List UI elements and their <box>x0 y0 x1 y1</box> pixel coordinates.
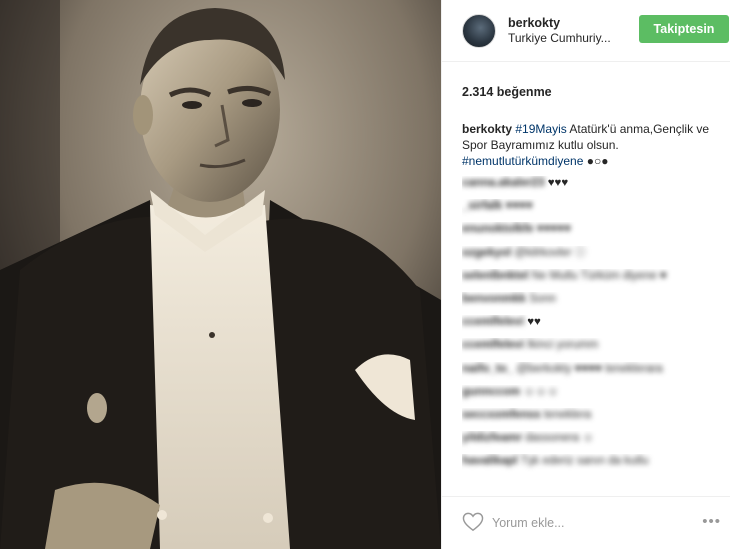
location-link[interactable]: Turkiye Cumhuriy... <box>508 31 611 46</box>
comment-row: yildizfeamr dassonera ☺ <box>462 431 724 454</box>
comment-row: gunnccom ☺☺☺ <box>462 385 724 408</box>
comment-row: _sirfalk ♥♥♥♥ <box>462 199 724 222</box>
comment-username[interactable]: ccemlfelevi <box>462 316 524 328</box>
comment-username[interactable]: ozgekyol <box>462 247 511 259</box>
following-button[interactable]: Takiptesin <box>639 15 729 43</box>
caption-emoji: ●○● <box>586 154 609 168</box>
comment-text: @berkokty ♥♥♥♥ teneklerara <box>516 362 663 375</box>
comment-row: ccemlfelevi ♥♥ <box>462 315 724 338</box>
likes-count[interactable]: 2.314 beğenme <box>462 85 552 99</box>
more-options-icon[interactable]: ••• <box>702 513 721 530</box>
caption-username[interactable]: berkokty <box>462 122 512 136</box>
comment-username[interactable]: benvonmkk <box>462 293 526 305</box>
comment-text: teneklera <box>543 408 592 421</box>
comment-text: ♥♥♥♥♥ <box>536 223 571 236</box>
post-caption: berkokty #19Mayis Atatürk'ü anma,Gençlik… <box>462 121 724 169</box>
heart-icon[interactable] <box>462 512 484 535</box>
post-side-panel: berkokty Turkiye Cumhuriy... Takiptesin … <box>441 0 730 549</box>
comment-text: dassonera ☺ <box>525 432 594 445</box>
comment-row: canna.akaler23 ♥♥♥ <box>462 176 724 199</box>
comment-row: ccemlfelevi İkinci yorumm <box>462 338 724 361</box>
comment-username[interactable]: selenlbnktel <box>462 270 528 282</box>
comment-row: enunoktolkfe ♥♥♥♥♥ <box>462 222 724 245</box>
comment-username[interactable]: havalikapl <box>462 455 518 467</box>
hashtag-link[interactable]: #nemutlutürkümdiyene <box>462 154 583 168</box>
avatar[interactable] <box>462 13 496 48</box>
comment-row: benvonmkk Sonn <box>462 292 724 315</box>
comment-text: ♥♥♥♥ <box>505 200 533 213</box>
comment-row: naifo_to_ @berkokty ♥♥♥♥ teneklerara <box>462 362 724 385</box>
comment-text: ♥♥ <box>527 316 541 329</box>
comment-username[interactable]: gunnccom <box>462 386 520 398</box>
comment-username[interactable]: yildizfeamr <box>462 432 522 444</box>
comment-text: Tşk ederiz sanın da kutlu <box>520 455 649 468</box>
comment-username[interactable]: seccxxmfenss <box>462 409 541 421</box>
post-photo[interactable] <box>0 0 441 549</box>
comment-row: seccxxmfenss teneklera <box>462 408 724 431</box>
comment-list: canna.akaler23 ♥♥♥ _sirfalk ♥♥♥♥ enunoktol… <box>462 176 724 477</box>
comment-text: @kilrkovler ⓘ <box>514 246 587 259</box>
portrait-illustration <box>0 0 441 549</box>
header-username[interactable]: berkokty <box>508 16 611 31</box>
post-footer: ••• <box>442 496 730 549</box>
comment-text: ♥♥♥ <box>547 177 569 189</box>
comment-username[interactable]: naifo_to_ <box>462 363 513 375</box>
hashtag-link[interactable]: #19Mayis <box>515 122 566 136</box>
comment-username[interactable]: canna.akaler23 <box>462 177 544 189</box>
comment-row: selenlbnktel Ne Mutlu Türküm diyene ♥ <box>462 269 724 292</box>
comment-text: ☺☺☺ <box>523 385 559 398</box>
comment-row: havalikapl Tşk ederiz sanın da kutlu <box>462 454 724 477</box>
comment-text: Ne Mutlu Türküm diyene ♥ <box>531 269 667 282</box>
user-info: berkokty Turkiye Cumhuriy... <box>508 16 611 46</box>
comment-input[interactable] <box>492 516 692 530</box>
comment-username[interactable]: _sirfalk <box>462 200 502 212</box>
comment-username[interactable]: ccemlfelevi <box>462 339 524 351</box>
comment-text: Sonn <box>529 292 556 305</box>
post-header: berkokty Turkiye Cumhuriy... Takiptesin <box>442 0 730 62</box>
comment-text: İkinci yorumm <box>527 339 599 352</box>
comment-row: ozgekyol @kilrkovler ⓘ <box>462 246 724 269</box>
comment-username[interactable]: enunoktolkfe <box>462 223 534 235</box>
instagram-post: berkokty Turkiye Cumhuriy... Takiptesin … <box>0 0 730 549</box>
